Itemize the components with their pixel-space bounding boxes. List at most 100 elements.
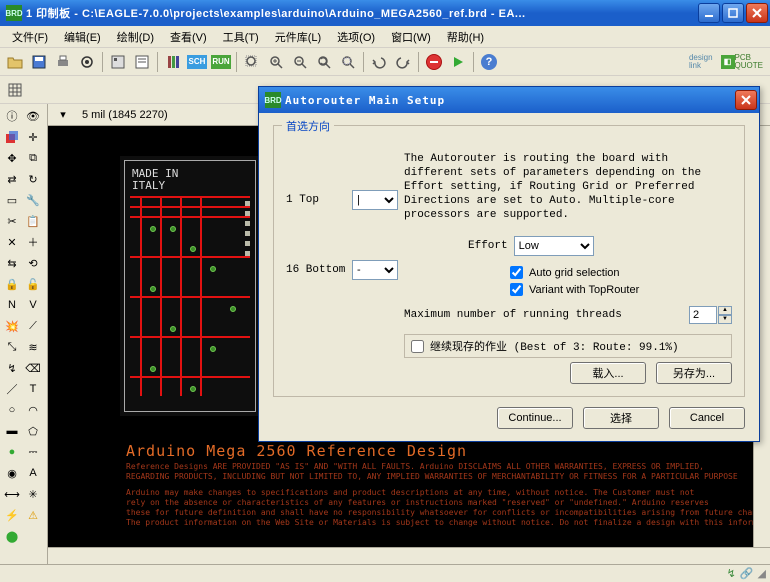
load-button[interactable]: 载入... — [570, 362, 646, 384]
menu-edit[interactable]: 编辑(E) — [56, 27, 109, 47]
miter-icon[interactable]: ⟋ — [23, 316, 43, 336]
replace-icon[interactable]: ⟲ — [23, 253, 43, 273]
open-icon[interactable] — [4, 51, 26, 73]
stop-icon[interactable] — [423, 51, 445, 73]
paste-icon[interactable]: 📋 — [23, 211, 43, 231]
print-icon[interactable] — [52, 51, 74, 73]
copy-icon[interactable]: ⧉ — [23, 148, 43, 168]
unlock-icon[interactable]: 🔓 — [23, 274, 43, 294]
menu-library[interactable]: 元件库(L) — [267, 27, 329, 47]
move-icon[interactable]: ✥ — [2, 148, 22, 168]
help-icon[interactable]: ? — [478, 51, 500, 73]
value-icon[interactable]: V — [23, 295, 43, 315]
auto-grid-checkbox[interactable] — [510, 266, 523, 279]
toprouter-checkbox[interactable] — [510, 283, 523, 296]
pcbquote-icon[interactable]: ◧PCB QUOTE — [718, 51, 766, 73]
menu-file[interactable]: 文件(F) — [4, 27, 56, 47]
toprouter-label: Variant with TopRouter — [529, 284, 639, 296]
spin-up-icon[interactable]: ▲ — [718, 306, 732, 315]
group-icon[interactable]: ▭ — [2, 190, 22, 210]
menu-draw[interactable]: 绘制(D) — [109, 27, 162, 47]
menu-tools[interactable]: 工具(T) — [215, 27, 267, 47]
rect-icon[interactable]: ▬ — [2, 421, 22, 441]
coord-label: 5 mil (1845 2270) — [82, 109, 168, 121]
run-icon[interactable]: RUN — [210, 51, 232, 73]
menu-window[interactable]: 窗口(W) — [383, 27, 439, 47]
name-icon[interactable]: N — [2, 295, 22, 315]
menu-options[interactable]: 选项(O) — [329, 27, 383, 47]
continue-button[interactable]: Continue... — [497, 407, 573, 429]
smash-icon[interactable]: 💥 — [2, 316, 22, 336]
mirror-icon[interactable]: ⇄ — [2, 169, 22, 189]
ratsnest-icon[interactable]: ✳ — [23, 484, 43, 504]
close-button[interactable] — [746, 3, 768, 23]
menubar: 文件(F) 编辑(E) 绘制(D) 查看(V) 工具(T) 元件库(L) 选项(… — [0, 26, 770, 48]
ripup-icon[interactable]: ⌫ — [23, 358, 43, 378]
rotate-icon[interactable]: ↻ — [23, 169, 43, 189]
layer1-direction-select[interactable]: | — [352, 190, 398, 210]
resize-grip-icon[interactable]: ◢ — [758, 567, 766, 580]
pinswap-icon[interactable]: ⇆ — [2, 253, 22, 273]
arc-icon[interactable]: ◠ — [23, 400, 43, 420]
menu-view[interactable]: 查看(V) — [162, 27, 215, 47]
undo-icon[interactable] — [368, 51, 390, 73]
add-icon[interactable]: ＋ — [23, 232, 43, 252]
threads-spinner[interactable]: ▲▼ — [689, 306, 732, 324]
cut-icon[interactable]: ✂ — [2, 211, 22, 231]
board-icon[interactable] — [107, 51, 129, 73]
go-icon[interactable] — [447, 51, 469, 73]
split-icon[interactable]: ⤡ — [2, 337, 22, 357]
cancel-button[interactable]: Cancel — [669, 407, 745, 429]
text-icon[interactable]: T — [23, 379, 43, 399]
select-button[interactable]: 选择 — [583, 407, 659, 429]
optimize-icon[interactable]: ≋ — [23, 337, 43, 357]
lock-icon[interactable]: 🔒 — [2, 274, 22, 294]
redo-icon[interactable] — [392, 51, 414, 73]
zoom-out-icon[interactable] — [289, 51, 311, 73]
save-icon[interactable] — [28, 51, 50, 73]
layers-icon[interactable] — [2, 127, 22, 147]
script-icon[interactable]: SCH — [186, 51, 208, 73]
threads-input[interactable] — [689, 306, 717, 324]
change-icon[interactable]: 🔧 — [23, 190, 43, 210]
layer16-direction-select[interactable]: - — [352, 260, 398, 280]
design-title: Arduino Mega 2560 Reference Design — [126, 442, 467, 460]
via-icon[interactable]: ● — [2, 442, 22, 462]
dropdown-icon[interactable]: ▾ — [52, 104, 74, 126]
wire-icon[interactable]: ／ — [2, 379, 22, 399]
zoom-in-icon[interactable] — [265, 51, 287, 73]
grid-icon[interactable] — [4, 79, 26, 101]
library-icon[interactable] — [162, 51, 184, 73]
minimize-button[interactable] — [698, 3, 720, 23]
menu-help[interactable]: 帮助(H) — [439, 27, 492, 47]
ref-text-1: Reference Designs ARE PROVIDED "AS IS" A… — [126, 462, 738, 482]
zoom-fit-icon[interactable] — [241, 51, 263, 73]
saveas-button[interactable]: 另存为... — [656, 362, 732, 384]
maximize-button[interactable] — [722, 3, 744, 23]
hole-icon[interactable]: ◉ — [2, 463, 22, 483]
zoom-redraw-icon[interactable] — [313, 51, 335, 73]
route-icon[interactable]: ↯ — [2, 358, 22, 378]
schematic-icon[interactable] — [131, 51, 153, 73]
zoom-select-icon[interactable] — [337, 51, 359, 73]
auto-icon[interactable]: ⚡ — [2, 505, 22, 525]
info-icon[interactable]: ⓘ — [2, 106, 22, 126]
horizontal-scrollbar[interactable] — [48, 547, 770, 564]
erc-icon[interactable]: ⚠ — [23, 505, 43, 525]
circle-icon[interactable]: ○ — [2, 400, 22, 420]
delete-icon[interactable]: ✕ — [2, 232, 22, 252]
attribute-icon[interactable]: A — [23, 463, 43, 483]
cam-icon[interactable] — [76, 51, 98, 73]
spin-down-icon[interactable]: ▼ — [718, 315, 732, 324]
mark-icon[interactable]: ✛ — [23, 127, 43, 147]
continue-job-checkbox[interactable] — [411, 340, 424, 353]
dimension-icon[interactable]: ⟷ — [2, 484, 22, 504]
effort-select[interactable]: Low — [514, 236, 594, 256]
eye-icon[interactable]: 👁 — [23, 106, 43, 126]
signal-icon[interactable]: ⎓ — [23, 442, 43, 462]
status-link-icon: 🔗 — [740, 567, 754, 580]
polygon-icon[interactable]: ⬠ — [23, 421, 43, 441]
dialog-close-button[interactable] — [735, 90, 757, 110]
errors-icon[interactable]: ⬤ — [2, 526, 22, 546]
designlink-icon[interactable]: design link — [686, 51, 716, 73]
